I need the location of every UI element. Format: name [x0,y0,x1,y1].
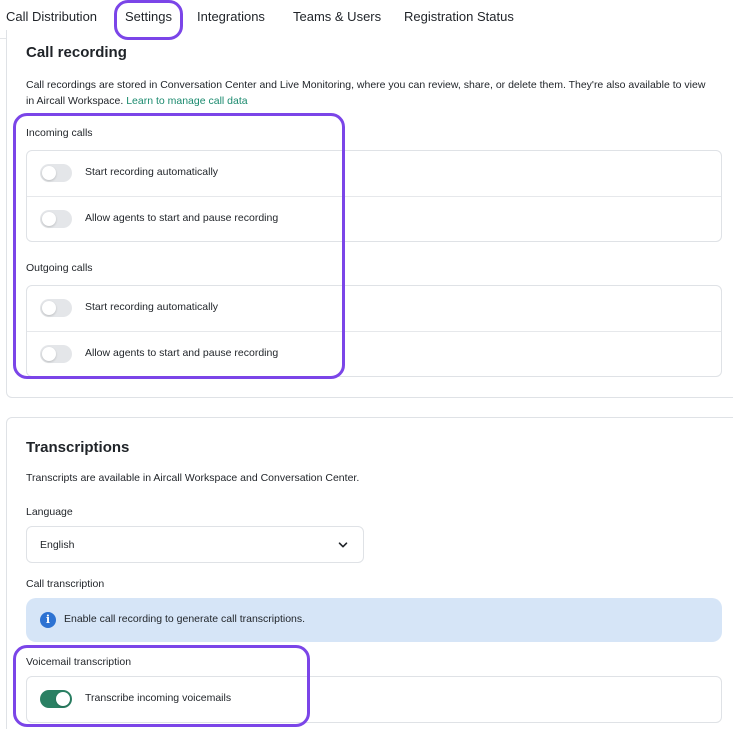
outgoing-agent-record-label: Allow agents to start and pause recordin… [85,347,279,359]
toggle-knob [42,166,56,180]
outgoing-auto-record-label: Start recording automatically [85,301,219,313]
tab-integrations[interactable]: Integrations [197,9,265,24]
toggle-knob [42,301,56,315]
setting-row: Start recording automatically [27,151,721,196]
toggle-knob [56,692,70,706]
setting-row: Start recording automatically [27,286,721,331]
info-icon: i [40,612,56,628]
outgoing-auto-record-toggle[interactable] [40,299,72,317]
incoming-agent-record-label: Allow agents to start and pause recordin… [85,212,279,224]
outgoing-calls-group: Start recording automatically Allow agen… [26,285,722,377]
toggle-knob [42,347,56,361]
banner-text: Enable call recording to generate call t… [64,613,306,625]
recording-required-banner: i Enable call recording to generate call… [26,598,722,642]
voicemail-transcribe-toggle[interactable] [40,690,72,708]
transcriptions-title: Transcriptions [26,439,130,456]
setting-row: Allow agents to start and pause recordin… [27,196,721,241]
incoming-calls-label: Incoming calls [26,127,93,139]
outgoing-calls-label: Outgoing calls [26,262,93,274]
voicemail-transcribe-label: Transcribe incoming voicemails [85,692,232,704]
tab-settings[interactable]: Settings [125,9,172,24]
incoming-calls-group: Start recording automatically Allow agen… [26,150,722,242]
call-recording-description: Call recordings are stored in Conversati… [26,77,716,109]
tab-teams-users[interactable]: Teams & Users [293,9,381,24]
chevron-down-icon [338,542,348,548]
manage-call-data-link[interactable]: Learn to manage call data [126,95,247,107]
incoming-auto-record-toggle[interactable] [40,164,72,182]
tab-call-distribution[interactable]: Call Distribution [6,9,97,24]
incoming-agent-record-toggle[interactable] [40,210,72,228]
incoming-auto-record-label: Start recording automatically [85,166,219,178]
setting-row: Allow agents to start and pause recordin… [27,331,721,376]
transcriptions-description: Transcripts are available in Aircall Wor… [26,472,360,484]
tab-registration-status[interactable]: Registration Status [404,9,514,24]
voicemail-group: Transcribe incoming voicemails [26,676,722,723]
voicemail-transcription-label: Voicemail transcription [26,656,132,668]
setting-row: Transcribe incoming voicemails [27,677,721,722]
call-recording-title: Call recording [26,44,127,61]
language-label: Language [26,506,73,518]
outgoing-agent-record-toggle[interactable] [40,345,72,363]
language-value: English [40,539,75,551]
language-select[interactable]: English [26,526,364,563]
call-transcription-label: Call transcription [26,578,105,590]
toggle-knob [42,212,56,226]
